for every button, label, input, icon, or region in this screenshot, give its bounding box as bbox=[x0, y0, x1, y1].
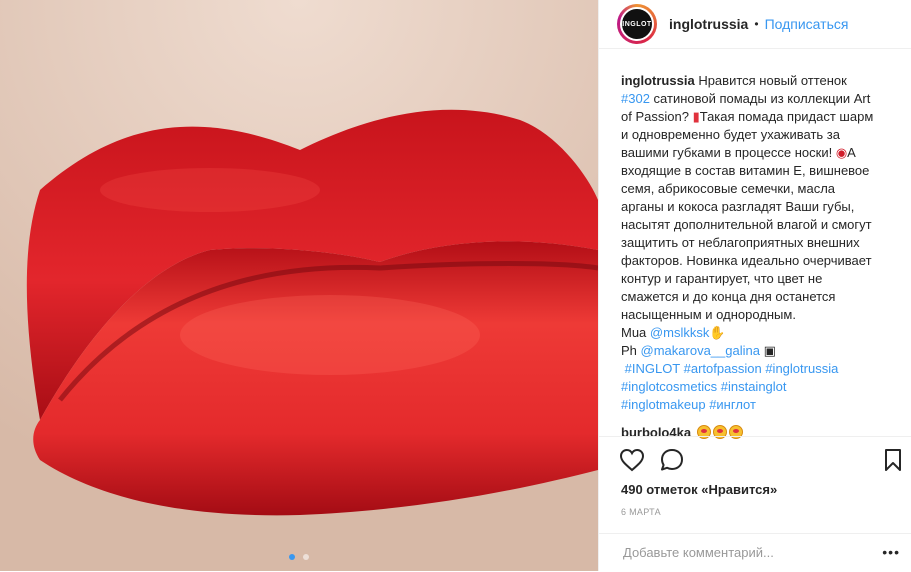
mua-mention-link[interactable]: @mslkksk bbox=[650, 325, 709, 340]
more-options-button[interactable]: ••• bbox=[882, 545, 900, 559]
hashtag-link[interactable]: #inglotmakeup bbox=[621, 397, 706, 412]
header-separator: • bbox=[754, 17, 759, 31]
post-sidebar: INGLOT inglotrussia • Подписаться inglot… bbox=[598, 0, 911, 571]
kiss-emoji-icon: ◉ bbox=[835, 145, 848, 160]
avatar[interactable]: INGLOT bbox=[617, 4, 657, 44]
caption-username[interactable]: inglotrussia bbox=[621, 73, 695, 88]
hashtag-link[interactable]: #instainglot bbox=[721, 379, 787, 394]
ph-label: Ph bbox=[621, 343, 637, 358]
lipstick-emoji-icon: ▮ bbox=[692, 109, 700, 124]
heart-icon[interactable] bbox=[619, 448, 645, 472]
hashtag-link[interactable]: #INGLOT bbox=[625, 361, 680, 376]
likes-count[interactable]: 490 отметок «Нравится» bbox=[621, 482, 777, 497]
action-bar bbox=[619, 446, 901, 476]
comments-list: inglotrussia Нравится новый оттенок #302… bbox=[621, 72, 879, 442]
post-header: INGLOT inglotrussia • Подписаться bbox=[599, 0, 911, 49]
thumbs-up-emoji-icon: ✋ bbox=[709, 325, 726, 340]
hashtag-link[interactable]: #inglotcosmetics bbox=[621, 379, 717, 394]
carousel-dot-active[interactable] bbox=[288, 554, 295, 560]
camera-emoji-icon: ▣ bbox=[763, 343, 776, 358]
hashtag-link[interactable]: #inglotrussia bbox=[765, 361, 838, 376]
divider bbox=[599, 436, 911, 437]
caption: inglotrussia Нравится новый оттенок #302… bbox=[621, 72, 879, 414]
comment-item: burbolo4ka bbox=[621, 424, 879, 442]
caption-text-4: А входящие в состав витамин Е, вишневое … bbox=[621, 145, 872, 322]
ph-mention-link[interactable]: @makarova__galina bbox=[641, 343, 760, 358]
post-date[interactable]: 6 МАРТА bbox=[621, 507, 661, 517]
add-comment-box: ••• bbox=[599, 533, 911, 572]
caption-text-1: Нравится новый оттенок bbox=[698, 73, 847, 88]
header-username[interactable]: inglotrussia bbox=[669, 16, 748, 32]
post-photo[interactable] bbox=[0, 0, 598, 571]
bookmark-icon[interactable] bbox=[883, 448, 903, 472]
mua-label: Mua bbox=[621, 325, 647, 340]
carousel-dot[interactable] bbox=[303, 554, 310, 560]
comment-icon[interactable] bbox=[659, 448, 685, 472]
follow-button[interactable]: Подписаться bbox=[765, 16, 849, 32]
comment-input[interactable] bbox=[621, 544, 865, 561]
carousel-dots[interactable] bbox=[0, 547, 598, 565]
hashtag-link[interactable]: #инглот bbox=[709, 397, 756, 412]
avatar-logo: INGLOT bbox=[620, 7, 654, 41]
hashtag-link[interactable]: #artofpassion bbox=[684, 361, 762, 376]
comment-username[interactable]: burbolo4ka bbox=[621, 425, 691, 440]
instagram-post: INGLOT inglotrussia • Подписаться inglot… bbox=[0, 0, 911, 571]
lips-photo bbox=[0, 0, 598, 571]
hashtag-link[interactable]: #302 bbox=[621, 91, 650, 106]
